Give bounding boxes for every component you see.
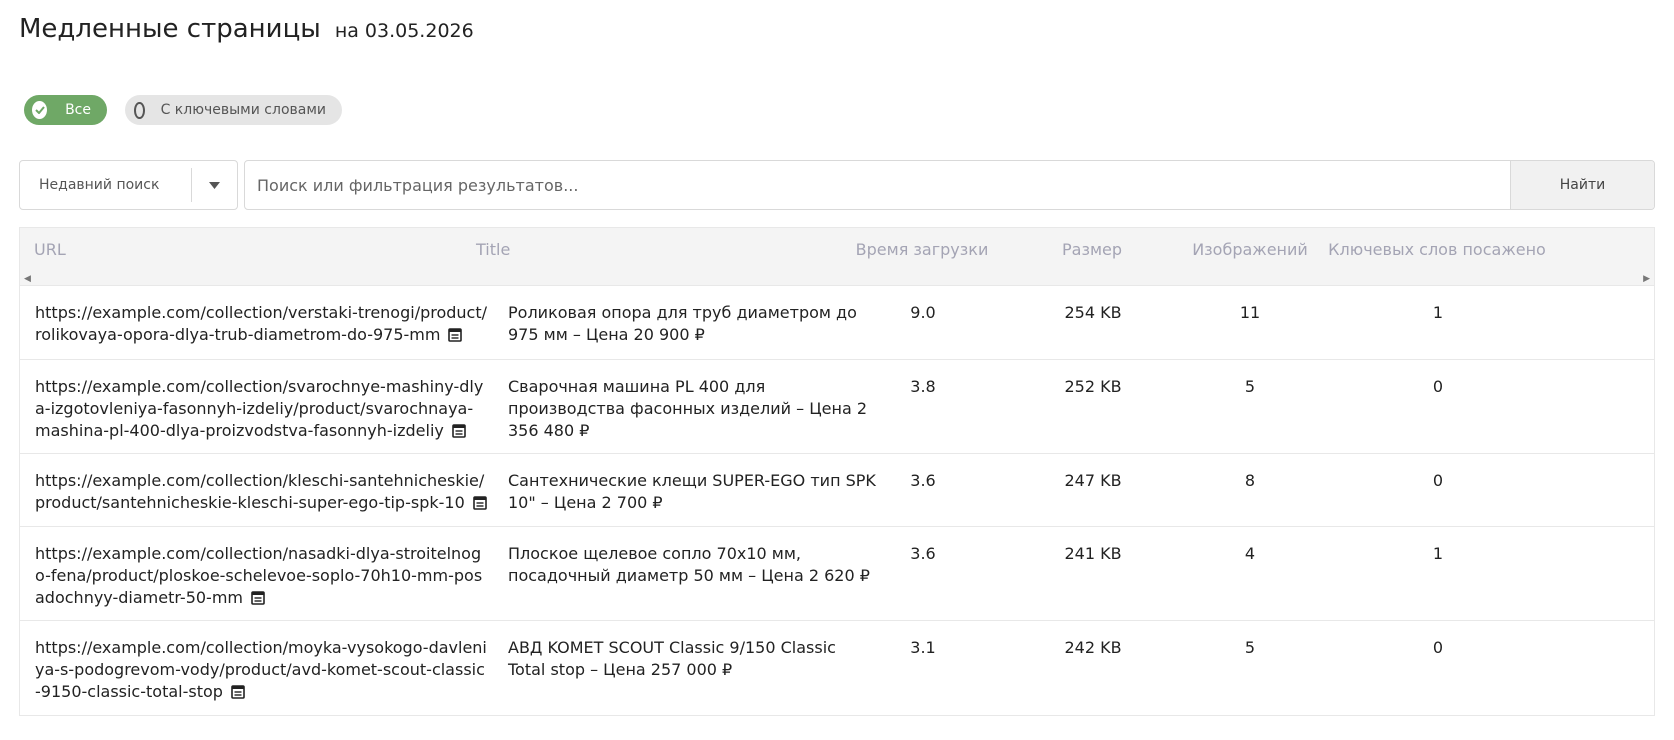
scroll-left-icon[interactable]: ◀ — [24, 274, 31, 284]
size-cell: 241 KB — [1064, 544, 1122, 563]
table-row: https://example.com/collection/moyka-vys… — [20, 621, 1654, 715]
recent-search-dropdown[interactable]: Недавний поиск — [19, 160, 238, 210]
load-time-cell: 3.1 — [910, 638, 936, 657]
table-row: https://example.com/collection/kleschi-s… — [20, 454, 1654, 527]
column-header-images[interactable]: Изображений — [1192, 228, 1308, 271]
calendar-icon[interactable] — [231, 683, 245, 705]
load-time-cell: 3.8 — [910, 377, 936, 396]
table-row: https://example.com/collection/nasadki-d… — [20, 527, 1654, 621]
images-cell: 5 — [1244, 377, 1256, 396]
column-header-keywords[interactable]: Ключевых слов посажено — [1328, 228, 1546, 271]
load-time-cell: 3.6 — [910, 544, 936, 563]
table-row: https://example.com/collection/svarochny… — [20, 360, 1654, 454]
horizontal-scrollbar[interactable]: ◀ ▶ — [20, 271, 1654, 286]
url-link[interactable]: https://example.com/collection/svarochny… — [35, 377, 483, 440]
url-link[interactable]: https://example.com/collection/moyka-vys… — [35, 638, 487, 701]
title-cell: Роликовая опора для труб диаметром до 97… — [508, 303, 857, 344]
page-title-text: Медленные страницы — [19, 14, 321, 44]
title-cell: Сантехнические клещи SUPER-EGO тип SPK 1… — [508, 471, 876, 512]
page-title-date: на 03.05.2026 — [334, 20, 474, 42]
url-link[interactable]: https://example.com/collection/kleschi-s… — [35, 471, 484, 512]
images-cell: 5 — [1244, 638, 1256, 657]
calendar-icon[interactable] — [472, 494, 487, 516]
scroll-right-icon[interactable]: ▶ — [1643, 274, 1650, 284]
find-button[interactable]: Найти — [1510, 161, 1654, 209]
url-cell: https://example.com/collection/moyka-vys… — [35, 637, 487, 705]
recent-search-label: Недавний поиск — [39, 177, 160, 193]
load-time-cell: 9.0 — [910, 303, 936, 322]
images-cell: 11 — [1239, 303, 1261, 322]
column-header-title[interactable]: Title — [476, 228, 510, 271]
load-time-cell: 3.6 — [910, 471, 936, 490]
caret-down-icon[interactable] — [192, 181, 237, 189]
column-header-size[interactable]: Размер — [1062, 228, 1122, 271]
filter-keywords-button[interactable]: С ключевыми словами — [125, 95, 342, 125]
keywords-cell: 0 — [1432, 377, 1444, 396]
keywords-cell: 1 — [1432, 544, 1444, 563]
column-header-load-time[interactable]: Время загрузки — [856, 228, 989, 271]
table-row: https://example.com/collection/verstaki-… — [20, 286, 1654, 360]
page-title: Медленные страницы на 03.05.2026 — [19, 14, 474, 44]
url-cell: https://example.com/collection/verstaki-… — [35, 302, 487, 348]
size-cell: 247 KB — [1064, 471, 1122, 490]
keywords-cell: 1 — [1432, 303, 1444, 322]
filter-all-button[interactable]: Все — [24, 95, 107, 125]
table-header: URL Title Время загрузки Размер Изображе… — [20, 228, 1654, 271]
search-bar: Недавний поиск Найти — [19, 160, 1655, 210]
url-link[interactable]: https://example.com/collection/verstaki-… — [35, 303, 487, 344]
url-cell: https://example.com/collection/nasadki-d… — [35, 543, 487, 611]
filter-keywords-label: С ключевыми словами — [160, 102, 326, 118]
calendar-icon[interactable] — [452, 422, 466, 444]
size-cell: 252 KB — [1064, 377, 1122, 396]
images-cell: 4 — [1244, 544, 1256, 563]
check-icon — [32, 101, 48, 119]
url-cell: https://example.com/collection/kleschi-s… — [35, 470, 487, 516]
keywords-cell: 0 — [1432, 638, 1444, 657]
radio-icon — [134, 101, 145, 119]
keywords-cell: 0 — [1432, 471, 1444, 490]
title-cell: Сварочная машина PL 400 для производства… — [508, 377, 868, 440]
size-cell: 242 KB — [1064, 638, 1122, 657]
title-cell: АВД KOMET SCOUT Classic 9/150 Classic To… — [508, 638, 836, 679]
slow-pages-table: URL Title Время загрузки Размер Изображе… — [19, 227, 1655, 716]
search-box: Найти — [244, 160, 1655, 210]
filter-all-label: Все — [65, 102, 91, 118]
title-cell: Плоское щелевое сопло 70x10 мм, посадочн… — [508, 544, 870, 585]
size-cell: 254 KB — [1064, 303, 1122, 322]
calendar-icon[interactable] — [251, 589, 265, 611]
images-cell: 8 — [1244, 471, 1256, 490]
search-input[interactable] — [245, 161, 1510, 209]
url-cell: https://example.com/collection/svarochny… — [35, 376, 487, 444]
column-header-url[interactable]: URL — [34, 228, 66, 271]
calendar-icon[interactable] — [448, 326, 463, 348]
filter-toggle-group: Все С ключевыми словами — [24, 95, 342, 125]
